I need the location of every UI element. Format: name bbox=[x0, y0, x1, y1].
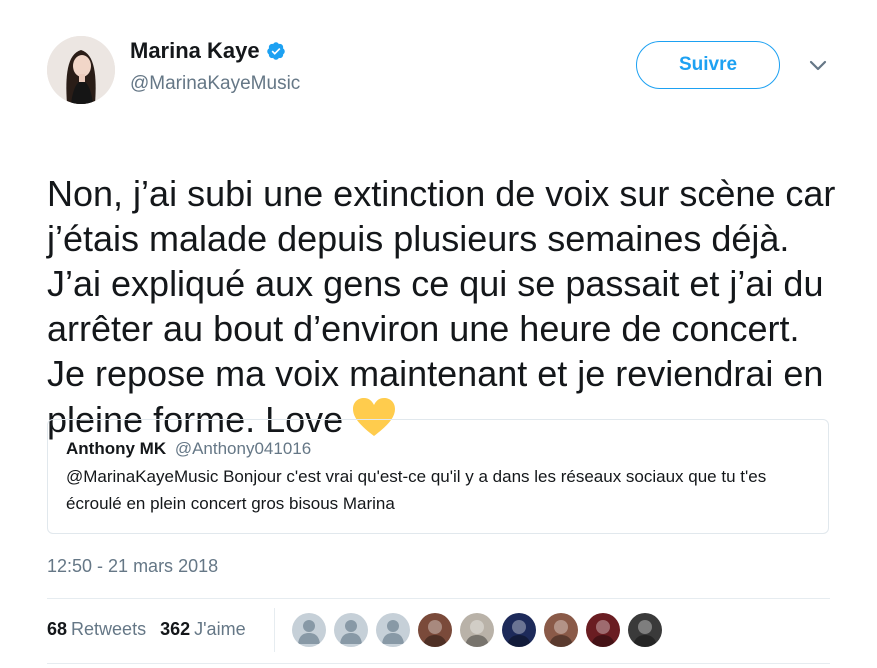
liker-avatar[interactable] bbox=[544, 613, 578, 647]
liker-avatar[interactable] bbox=[418, 613, 452, 647]
retweets-count: 68 bbox=[47, 619, 68, 639]
retweets-stat[interactable]: 68 Retweets bbox=[47, 619, 146, 640]
tweet-text: Non, j’ai subi une extinction de voix su… bbox=[47, 126, 847, 442]
quoted-tweet[interactable]: Anthony MK @Anthony041016 @MarinaKayeMus… bbox=[47, 419, 829, 534]
quoted-author-name: Anthony MK bbox=[66, 439, 167, 458]
likers-avatars bbox=[292, 613, 662, 647]
author-handle[interactable]: @MarinaKayeMusic bbox=[130, 73, 300, 95]
tweet-text-body: Non, j’ai subi une extinction de voix su… bbox=[47, 173, 836, 440]
verified-badge-icon bbox=[266, 41, 286, 61]
liker-avatar[interactable] bbox=[586, 613, 620, 647]
likes-stat[interactable]: 362 J'aime bbox=[160, 619, 246, 640]
follow-button[interactable]: Suivre bbox=[636, 41, 780, 89]
liker-avatar[interactable] bbox=[376, 613, 410, 647]
chevron-down-icon[interactable] bbox=[809, 60, 827, 72]
tweet-timestamp[interactable]: 12:50 - 21 mars 2018 bbox=[47, 556, 218, 577]
quoted-tweet-text: @MarinaKayeMusic Bonjour c'est vrai qu'e… bbox=[66, 467, 767, 513]
liker-avatar[interactable] bbox=[292, 613, 326, 647]
author-avatar[interactable] bbox=[47, 36, 115, 104]
liker-avatar[interactable] bbox=[628, 613, 662, 647]
retweets-label: Retweets bbox=[71, 619, 147, 639]
author-name[interactable]: Marina Kaye bbox=[130, 38, 260, 64]
tweet-stats: 68 Retweets 362 J'aime bbox=[47, 619, 246, 640]
liker-avatar[interactable] bbox=[502, 613, 536, 647]
author-name-row[interactable]: Marina Kaye bbox=[130, 38, 286, 64]
quoted-tweet-header: Anthony MK @Anthony041016 bbox=[66, 438, 810, 460]
liker-avatar[interactable] bbox=[334, 613, 368, 647]
stats-separator bbox=[274, 608, 275, 652]
divider bbox=[47, 598, 830, 599]
likes-label: J'aime bbox=[194, 619, 246, 639]
likes-count: 362 bbox=[160, 619, 191, 639]
divider bbox=[47, 663, 830, 664]
liker-avatar[interactable] bbox=[460, 613, 494, 647]
quoted-author-handle: @Anthony041016 bbox=[174, 439, 312, 458]
